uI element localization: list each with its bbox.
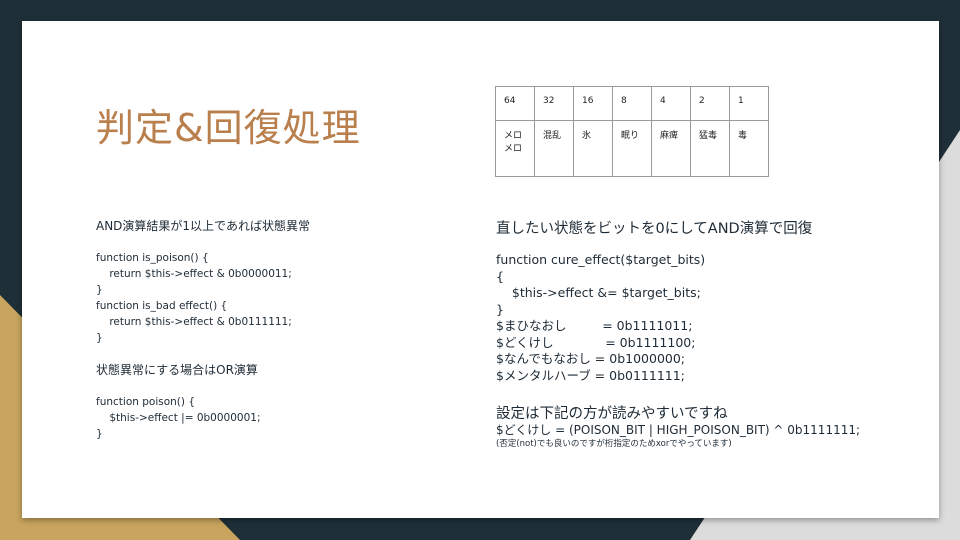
bit-name-cell: 毒 bbox=[729, 120, 769, 177]
bit-table: 64 32 16 8 4 2 1 メロ メロ 混乱 氷 眠り 麻痺 猛毒 毒 bbox=[495, 86, 769, 177]
bit-name-cell: 混乱 bbox=[534, 120, 574, 177]
slide: 判定&回復処理 64 32 16 8 4 2 1 メロ メロ 混乱 氷 眠り 麻… bbox=[22, 21, 939, 518]
or-set-heading: 状態異常にする場合はOR演算 bbox=[96, 363, 258, 377]
bit-value-cell: 1 bbox=[729, 86, 769, 121]
bit-value-cell: 2 bbox=[690, 86, 730, 121]
bit-name-cell: 眠り bbox=[612, 120, 652, 177]
bit-name-cell: 麻痺 bbox=[651, 120, 691, 177]
readable-code-line: $どくけし = (POISON_BIT | HIGH_POISON_BIT) ^… bbox=[496, 423, 861, 437]
set-code-block: function poison() { $this->effect |= 0b0… bbox=[96, 396, 261, 440]
xor-note: (否定(not)でも良いのですが桁指定のためxorでやっています) bbox=[496, 439, 732, 449]
cure-heading: 直したい状態をビットを0にしてAND演算で回復 bbox=[496, 221, 813, 237]
bit-value-row: 64 32 16 8 4 2 1 bbox=[495, 86, 769, 121]
bit-name-cell: 猛毒 bbox=[690, 120, 730, 177]
bit-value-cell: 4 bbox=[651, 86, 691, 121]
bit-value-cell: 32 bbox=[534, 86, 574, 121]
cure-code-block: function cure_effect($target_bits) { $th… bbox=[496, 252, 706, 383]
check-code-block: function is_poison() { return $this->eff… bbox=[96, 252, 292, 344]
bit-name-row: メロ メロ 混乱 氷 眠り 麻痺 猛毒 毒 bbox=[495, 120, 769, 177]
bit-name-cell: メロ メロ bbox=[495, 120, 535, 177]
left-column: AND演算結果が1以上であれば状態異常 function is_poison()… bbox=[96, 217, 476, 442]
bit-value-cell: 8 bbox=[612, 86, 652, 121]
bit-value-cell: 64 bbox=[495, 86, 535, 121]
slide-title: 判定&回復処理 bbox=[96, 106, 361, 150]
readable-heading: 設定は下記の方が読みやすいですね bbox=[496, 406, 728, 422]
and-check-heading: AND演算結果が1以上であれば状態異常 bbox=[96, 219, 310, 233]
bit-name-cell: 氷 bbox=[573, 120, 613, 177]
bit-value-cell: 16 bbox=[573, 86, 613, 121]
right-column: 直したい状態をビットを0にしてAND演算で回復 function cure_ef… bbox=[496, 217, 926, 450]
